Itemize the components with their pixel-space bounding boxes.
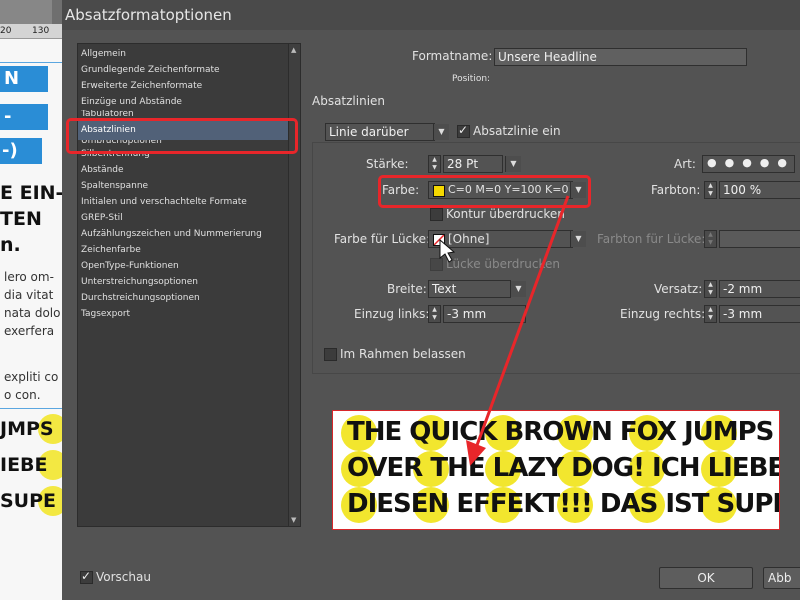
sidebar-item-spaltenspanne[interactable]: Spaltenspanne bbox=[78, 178, 288, 194]
preview-text-line: THE QUICK BROWN FOX JUMPS bbox=[347, 417, 774, 447]
format-name-input[interactable]: Unsere Headline bbox=[494, 48, 747, 66]
dotted-line-style-icon: ●●●●● bbox=[707, 156, 795, 169]
sidebar-item-tagsexport[interactable]: Tagsexport bbox=[78, 306, 288, 322]
gap-tint-input bbox=[719, 230, 800, 248]
category-list[interactable]: Allgemein Grundlegende Zeichenformate Er… bbox=[77, 43, 301, 527]
rule-on-label: Absatzlinie ein bbox=[473, 124, 561, 138]
position-label: Position: bbox=[452, 74, 491, 84]
overprint-gap-label: Lücke überdrucken bbox=[446, 257, 560, 271]
preview-text-line: OVER THE LAZY DOG! ICH LIEBE bbox=[347, 453, 780, 483]
keep-in-frame-checkbox[interactable] bbox=[324, 348, 337, 361]
sidebar-item-einzuege-und-abstaende[interactable]: Einzüge und Abstände bbox=[78, 94, 288, 110]
gap-tint-stepper: ▲ ▼ bbox=[704, 230, 717, 248]
keep-in-frame-label: Im Rahmen belassen bbox=[340, 347, 466, 361]
overprint-stroke-label: Kontur überdrucken bbox=[446, 207, 565, 221]
weight-input[interactable]: 28 Pt bbox=[443, 155, 503, 173]
document-body-line: lero om- bbox=[4, 270, 54, 284]
width-label: Breite: bbox=[387, 282, 427, 296]
document-body-line: dia vitat bbox=[4, 288, 54, 302]
sidebar-highlight-annotation bbox=[66, 118, 298, 154]
scroll-down-icon[interactable]: ▼ bbox=[291, 516, 296, 524]
category-list-items: Allgemein Grundlegende Zeichenformate Er… bbox=[78, 44, 288, 526]
gap-color-value: [Ohne] bbox=[448, 232, 490, 246]
overprint-gap-checkbox bbox=[430, 258, 443, 271]
ok-button[interactable]: OK bbox=[659, 567, 753, 589]
sidebar-item-unterstreichungsoptionen[interactable]: Unterstreichungsoptionen bbox=[78, 274, 288, 290]
tint-stepper[interactable]: ▲ ▼ bbox=[704, 181, 717, 199]
indent-left-label: Einzug links: bbox=[354, 307, 430, 321]
indent-left-input[interactable]: -3 mm bbox=[443, 305, 526, 323]
dialog-title[interactable]: Absatzformatoptionen bbox=[62, 0, 800, 30]
paragraph-rule-preview: THE QUICK BROWN FOX JUMPS OVER THE LAZY … bbox=[332, 410, 780, 530]
guide-line bbox=[0, 408, 62, 409]
background-document: 20 130 N - -) E EIN- TEN n. lero om- dia… bbox=[0, 0, 62, 600]
cancel-button[interactable]: Abb bbox=[763, 567, 800, 589]
weight-label: Stärke: bbox=[366, 157, 409, 171]
document-heading-line: TEN bbox=[0, 208, 42, 230]
sidebar-item-erweiterte-zeichenformate[interactable]: Erweiterte Zeichenformate bbox=[78, 78, 288, 94]
preview-text-line: DIESEN EFFEKT!!! DAS IST SUPE bbox=[347, 489, 780, 519]
chevron-down-icon[interactable]: ▼ bbox=[505, 156, 521, 172]
sidebar-item-zeichenfarbe[interactable]: Zeichenfarbe bbox=[78, 242, 288, 258]
preview-label: Vorschau bbox=[96, 570, 151, 584]
gap-color-label: Farbe für Lücke: bbox=[334, 232, 431, 246]
horizontal-ruler: 20 130 bbox=[0, 24, 62, 39]
tint-label: Farbton: bbox=[651, 183, 701, 197]
tint-input[interactable]: 100 % bbox=[719, 181, 800, 199]
document-body-line: nata dolo bbox=[4, 306, 61, 320]
rule-on-checkbox[interactable] bbox=[457, 123, 470, 138]
offset-stepper[interactable]: ▲ ▼ bbox=[704, 280, 717, 298]
document-body-line: expliti co bbox=[4, 370, 59, 384]
indent-right-label: Einzug rechts: bbox=[620, 307, 706, 321]
none-swatch-icon bbox=[433, 234, 445, 246]
gap-tint-label: Farbton für Lücke: bbox=[597, 232, 706, 246]
preview-checkbox[interactable] bbox=[80, 569, 93, 584]
sidebar-item-allgemein[interactable]: Allgemein bbox=[78, 46, 288, 62]
document-heading-line: n. bbox=[0, 234, 21, 256]
weight-stepper[interactable]: ▲ ▼ bbox=[428, 155, 441, 173]
width-select[interactable]: Text bbox=[428, 280, 511, 298]
sidebar-item-durchstreichungsoptionen[interactable]: Durchstreichungsoptionen bbox=[78, 290, 288, 306]
ruler-label: 130 bbox=[32, 26, 50, 36]
document-tab[interactable] bbox=[0, 0, 52, 24]
document-heading-line: E EIN- bbox=[0, 182, 62, 204]
offset-label: Versatz: bbox=[654, 282, 703, 296]
indent-right-stepper[interactable]: ▲ ▼ bbox=[704, 305, 717, 323]
headline-box: -) bbox=[0, 138, 42, 164]
list-scrollbar[interactable]: ▲ ▼ bbox=[288, 44, 300, 526]
sidebar-item-abstaende[interactable]: Abstände bbox=[78, 162, 288, 178]
chevron-down-icon[interactable]: ▼ bbox=[433, 124, 449, 140]
headline-box: N bbox=[0, 66, 48, 92]
chevron-down-icon[interactable]: ▼ bbox=[570, 231, 586, 247]
document-tab-bar bbox=[0, 0, 62, 24]
sidebar-item-aufzaehlungszeichen[interactable]: Aufzählungszeichen und Nummerierung bbox=[78, 226, 288, 242]
sidebar-item-initialen[interactable]: Initialen und verschachtelte Formate bbox=[78, 194, 288, 210]
format-name-label: Formatname: bbox=[412, 49, 493, 63]
document-body-line: exerfera bbox=[4, 324, 55, 338]
guide-line bbox=[0, 62, 62, 63]
document-preview-line: IEBE bbox=[0, 454, 48, 476]
headline-box: - bbox=[0, 104, 48, 130]
document-body-line: o con. bbox=[4, 388, 41, 402]
sidebar-item-opentype[interactable]: OpenType-Funktionen bbox=[78, 258, 288, 274]
type-label: Art: bbox=[674, 157, 696, 171]
chevron-down-icon[interactable]: ▼ bbox=[510, 281, 526, 297]
document-preview-line: SUPE bbox=[0, 490, 57, 512]
indent-right-input[interactable]: -3 mm bbox=[719, 305, 800, 323]
offset-input[interactable]: -2 mm bbox=[719, 280, 800, 298]
ruler-label: 20 bbox=[0, 26, 12, 36]
sidebar-item-grep-stil[interactable]: GREP-Stil bbox=[78, 210, 288, 226]
scroll-up-icon[interactable]: ▲ bbox=[291, 46, 296, 54]
rule-position-select[interactable]: Linie darüber bbox=[325, 123, 435, 141]
sidebar-item-grundlegende-zeichenformate[interactable]: Grundlegende Zeichenformate bbox=[78, 62, 288, 78]
color-highlight-annotation bbox=[378, 175, 591, 208]
indent-left-stepper[interactable]: ▲ ▼ bbox=[428, 305, 441, 323]
document-preview-line: JMPS bbox=[0, 418, 54, 440]
overprint-stroke-checkbox[interactable] bbox=[430, 208, 443, 221]
section-title: Absatzlinien bbox=[312, 94, 386, 108]
